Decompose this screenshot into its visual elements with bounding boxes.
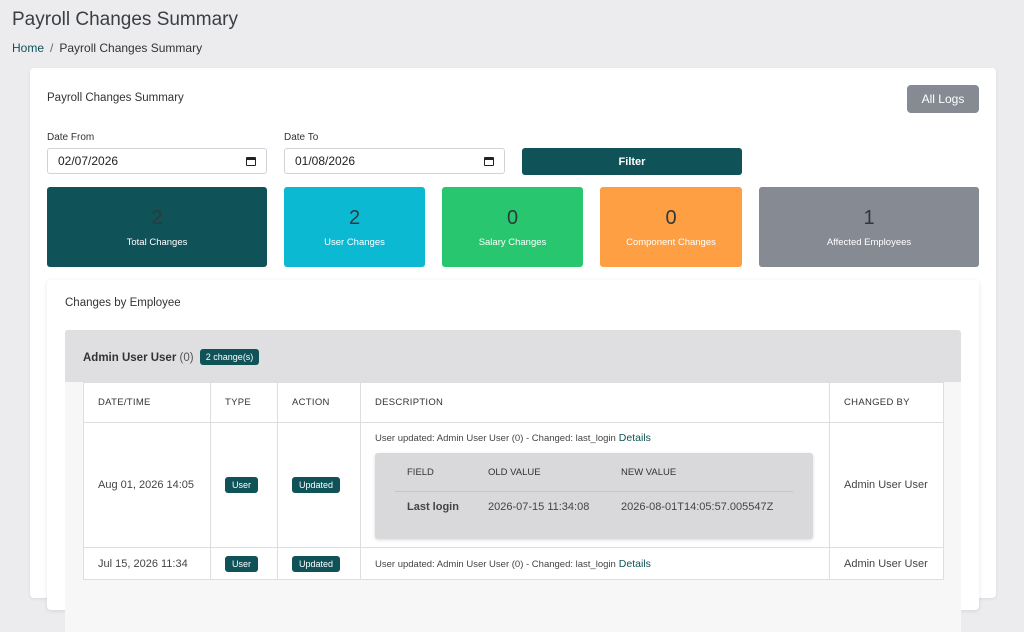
action-badge: Updated xyxy=(292,477,341,493)
detail-header-old-value: OLD VALUE xyxy=(488,466,541,478)
stat-salary-changes: 0 Salary Changes xyxy=(442,187,583,267)
column-header: TYPE xyxy=(210,382,278,423)
column-header: DESCRIPTION xyxy=(360,382,830,423)
table-header-row: DATE/TIME TYPE ACTION DESCRIPTION CHANGE… xyxy=(83,382,944,423)
date-from-input[interactable]: 02/07/2026 xyxy=(47,148,267,174)
description-cell: User updated: Admin User User (0) - Chan… xyxy=(360,547,830,580)
datetime-cell: Aug 01, 2026 14:05 xyxy=(83,422,211,548)
column-header: DATE/TIME xyxy=(83,382,211,423)
stat-user-changes: 2 User Changes xyxy=(284,187,425,267)
employee-name: Admin User User (0) 2 change(s) xyxy=(83,349,260,365)
employee-group-header[interactable]: Admin User User (0) 2 change(s) xyxy=(65,330,961,382)
calendar-icon[interactable] xyxy=(484,156,494,166)
employee-name-text: Admin User User xyxy=(83,352,177,364)
detail-old-value: 2026-07-15 11:34:08 xyxy=(488,500,590,513)
detail-divider xyxy=(395,490,793,492)
stat-value: 2 xyxy=(151,207,163,229)
action-cell: Updated xyxy=(277,422,361,548)
stat-label: Salary Changes xyxy=(478,237,547,248)
table-row: Jul 15, 2026 11:34 User Updated User upd… xyxy=(83,547,944,580)
breadcrumb-current: Payroll Changes Summary xyxy=(59,41,203,55)
description-text: User updated: Admin User User (0) - Chan… xyxy=(375,558,616,570)
employee-count: (0) xyxy=(179,352,194,364)
type-cell: User xyxy=(210,547,278,580)
date-from-label: Date From xyxy=(47,132,95,143)
description-text: User updated: Admin User User (0) - Chan… xyxy=(375,432,616,444)
detail-new-value: 2026-08-01T14:05:57.005547Z xyxy=(621,500,774,513)
all-logs-button[interactable]: All Logs xyxy=(907,85,979,113)
table-row: Aug 01, 2026 14:05 User Updated User upd… xyxy=(83,422,944,548)
details-link[interactable]: Details xyxy=(619,558,651,570)
date-to-label: Date To xyxy=(284,132,319,143)
stat-label: User Changes xyxy=(324,237,385,248)
stat-label: Total Changes xyxy=(126,237,188,248)
changes-table: DATE/TIME TYPE ACTION DESCRIPTION CHANGE… xyxy=(83,382,944,580)
stat-label: Affected Employees xyxy=(826,237,912,248)
column-header: CHANGED BY xyxy=(829,382,944,423)
breadcrumb-separator: / xyxy=(50,41,54,55)
section-title: Changes by Employee xyxy=(65,297,181,309)
stat-value: 0 xyxy=(665,207,677,229)
stat-total-changes: 2 Total Changes xyxy=(47,187,267,267)
stat-affected-employees: 1 Affected Employees xyxy=(759,187,979,267)
card-title: Payroll Changes Summary xyxy=(47,92,184,104)
column-header: ACTION xyxy=(277,382,361,423)
description-cell: User updated: Admin User User (0) - Chan… xyxy=(360,422,830,548)
action-cell: Updated xyxy=(277,547,361,580)
stat-value: 1 xyxy=(863,207,875,229)
summary-card: Payroll Changes Summary All Logs Date Fr… xyxy=(30,68,996,632)
changes-by-employee-card: Changes by Employee Admin User User (0) … xyxy=(47,280,979,632)
stat-value: 0 xyxy=(506,207,519,229)
stat-component-changes: 0 Component Changes xyxy=(600,187,742,267)
stat-value: 2 xyxy=(348,207,361,229)
calendar-icon[interactable] xyxy=(246,156,256,166)
page-title: Payroll Changes Summary xyxy=(12,9,238,30)
breadcrumb: Home / Payroll Changes Summary xyxy=(12,41,202,55)
datetime-cell: Jul 15, 2026 11:34 xyxy=(83,547,211,580)
change-detail-panel: FIELD OLD VALUE NEW VALUE Last login 202… xyxy=(375,452,813,539)
changed-by-cell: Admin User User xyxy=(829,422,944,548)
detail-field: Last login xyxy=(407,500,459,513)
stat-label: Component Changes xyxy=(626,237,716,248)
changed-by-cell: Admin User User xyxy=(829,547,944,580)
action-badge: Updated xyxy=(292,555,341,572)
type-badge: User xyxy=(225,477,259,493)
date-from-value: 02/07/2026 xyxy=(58,154,119,168)
filter-button[interactable]: Filter xyxy=(522,148,742,175)
date-to-value: 01/08/2026 xyxy=(295,154,356,168)
detail-header-new-value: NEW VALUE xyxy=(621,466,677,478)
details-link[interactable]: Details xyxy=(619,432,651,444)
breadcrumb-home-link[interactable]: Home xyxy=(12,41,44,55)
type-cell: User xyxy=(210,422,278,548)
change-count-badge: 2 change(s) xyxy=(199,349,260,365)
date-to-input[interactable]: 01/08/2026 xyxy=(284,148,505,174)
employee-group-body: DATE/TIME TYPE ACTION DESCRIPTION CHANGE… xyxy=(65,382,961,632)
detail-header-field: FIELD xyxy=(407,466,434,478)
type-badge: User xyxy=(225,555,259,572)
